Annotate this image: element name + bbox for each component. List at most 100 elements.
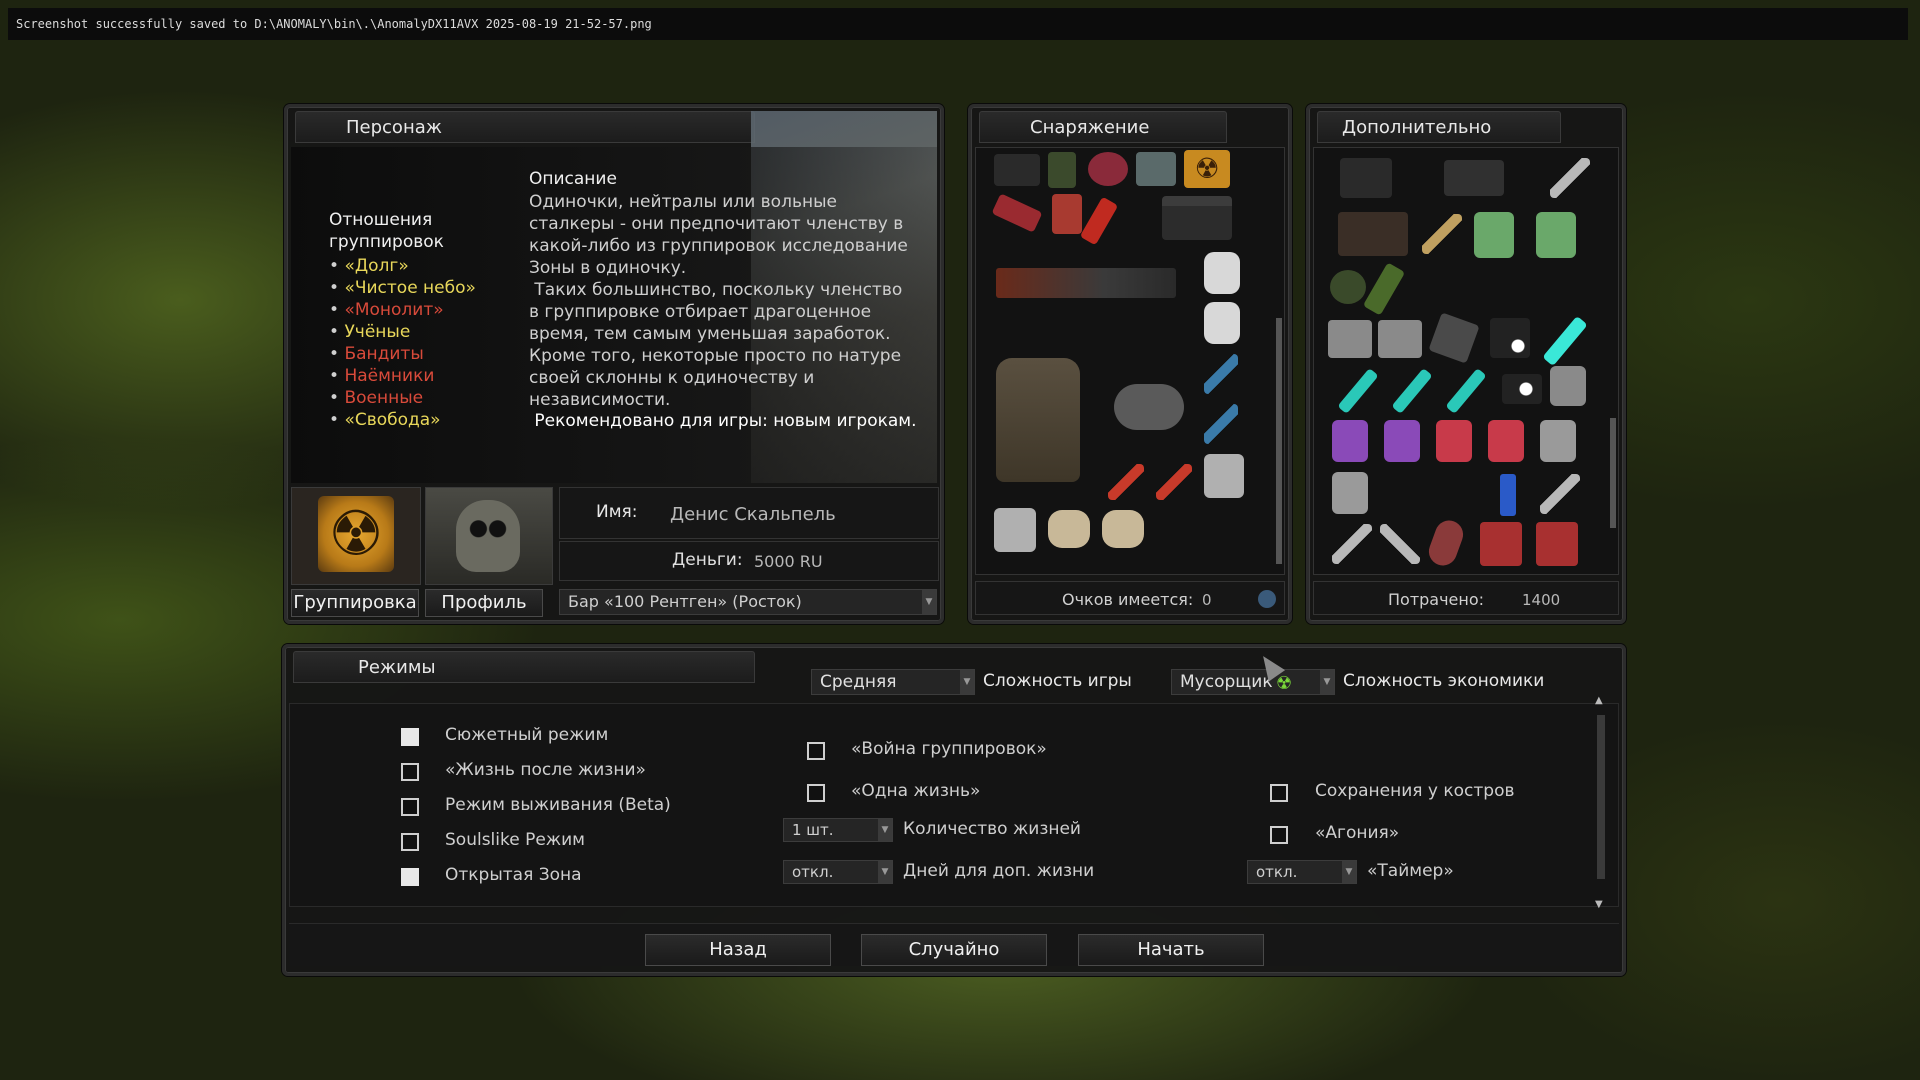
- campfire-saves-checkbox[interactable]: [1270, 784, 1288, 802]
- survival-checkbox[interactable]: [401, 798, 419, 816]
- medkit-icon[interactable]: [1204, 252, 1240, 294]
- pistol-icon[interactable]: [1340, 158, 1392, 198]
- pistol-icon-3[interactable]: [1338, 212, 1408, 256]
- points-field: Очков имеется: 0: [975, 581, 1285, 615]
- equipment-grid[interactable]: ☢: [975, 147, 1285, 575]
- injector-icon[interactable]: [1108, 464, 1144, 500]
- syringe-icon[interactable]: [1550, 158, 1590, 198]
- artifact-container-icon-2[interactable]: [1536, 522, 1578, 566]
- smg-icon[interactable]: [996, 268, 1176, 298]
- character-portrait[interactable]: [425, 487, 553, 585]
- story-mode-checkbox[interactable]: [401, 728, 419, 746]
- pills-icon-3[interactable]: [1332, 420, 1368, 462]
- ammo-box-icon[interactable]: [1328, 320, 1372, 358]
- headlamp-icon[interactable]: [1502, 374, 1542, 404]
- pills-icon-6[interactable]: [1488, 420, 1524, 462]
- pills-icon-5[interactable]: [1436, 420, 1472, 462]
- device-icon[interactable]: [1428, 312, 1480, 364]
- glowstick-icon-3[interactable]: [1391, 367, 1433, 415]
- glowstick-icon-4[interactable]: [1445, 367, 1487, 415]
- faction-war-checkbox[interactable]: [807, 742, 825, 760]
- additional-scrollbar[interactable]: [1610, 418, 1616, 528]
- tab-character[interactable]: Персонаж: [295, 111, 755, 143]
- backpack-icon[interactable]: [994, 154, 1040, 186]
- open-zone-checkbox[interactable]: [401, 868, 419, 886]
- timer-select[interactable]: откл. ▼: [1247, 860, 1357, 884]
- agony-checkbox[interactable]: [1270, 826, 1288, 844]
- photo-icon[interactable]: [1136, 152, 1176, 186]
- bandage-icon[interactable]: [1048, 510, 1090, 548]
- syringe-icon-2[interactable]: [1422, 214, 1462, 254]
- syringe-icon-2[interactable]: [1204, 404, 1238, 444]
- random-button[interactable]: Случайно: [861, 934, 1047, 966]
- afterlife-checkbox[interactable]: [401, 763, 419, 781]
- gas-mask-item-icon[interactable]: [1048, 152, 1076, 188]
- bottle-icon[interactable]: [1362, 262, 1406, 316]
- tab-additional[interactable]: Дополнительно: [1317, 111, 1561, 143]
- helmet-icon[interactable]: [1114, 384, 1184, 430]
- pills-icon-7[interactable]: [1540, 420, 1576, 462]
- start-button[interactable]: Начать: [1078, 934, 1264, 966]
- back-button[interactable]: Назад: [645, 934, 831, 966]
- name-field: Имя: Денис Скальпель: [559, 487, 939, 539]
- canned-food-icon[interactable]: [1052, 194, 1082, 234]
- tab-equipment[interactable]: Снаряжение: [979, 111, 1227, 143]
- additional-grid[interactable]: [1313, 147, 1619, 575]
- pistol-icon-2[interactable]: [1444, 160, 1504, 196]
- ammo-box-icon-2[interactable]: [1378, 320, 1422, 358]
- pills-icon-2[interactable]: [994, 508, 1036, 552]
- one-life-label: «Одна жизнь»: [851, 781, 981, 801]
- one-life-checkbox[interactable]: [807, 784, 825, 802]
- survival-label: Режим выживания (Beta): [445, 795, 671, 815]
- syringe-icon-3[interactable]: [1540, 474, 1580, 514]
- syringe-icon-4[interactable]: [1332, 524, 1372, 564]
- pills-icon[interactable]: [1474, 212, 1514, 258]
- spent-field: Потрачено: 1400: [1313, 581, 1619, 615]
- bullet-icon: •: [329, 322, 345, 342]
- pills-icon-2[interactable]: [1536, 212, 1576, 258]
- profile-button[interactable]: Профиль: [425, 589, 543, 617]
- artifact-container-icon[interactable]: [1480, 522, 1522, 566]
- tab-modes[interactable]: Режимы: [293, 651, 755, 683]
- syringe-icon-5[interactable]: [1380, 524, 1420, 564]
- lives-count-value: 1 шт.: [792, 821, 834, 839]
- faction-name: «Чистое небо»: [344, 278, 476, 298]
- game-difficulty-select[interactable]: Средняя ▼: [811, 669, 975, 695]
- detector-icon[interactable]: [1550, 366, 1586, 406]
- timer-label: «Таймер»: [1367, 861, 1454, 881]
- glowstick-icon-2[interactable]: [1337, 367, 1379, 415]
- description-line: сталкеры - они предпочитают членству в: [529, 214, 904, 234]
- sausage-icon[interactable]: [1424, 516, 1468, 570]
- modes-scroll-down-icon[interactable]: ▼: [1595, 899, 1603, 910]
- armor-vest-icon[interactable]: [996, 358, 1080, 482]
- modes-scroll-up-icon[interactable]: ▲: [1595, 695, 1603, 706]
- meat-icon[interactable]: [1088, 152, 1128, 186]
- medkit-icon-2[interactable]: [1204, 302, 1240, 344]
- pistol-icon[interactable]: [1162, 196, 1232, 240]
- sausage-icon[interactable]: [991, 193, 1043, 233]
- bandage-icon-2[interactable]: [1102, 510, 1144, 548]
- additional-panel: Дополнительно Потрачено: 1400: [1306, 104, 1626, 624]
- economy-difficulty-select[interactable]: Мусорщик ☢ ▼: [1171, 669, 1335, 695]
- equipment-scrollbar[interactable]: [1276, 318, 1282, 564]
- injector-icon-2[interactable]: [1156, 464, 1192, 500]
- tape-icon[interactable]: [1330, 270, 1366, 304]
- open-zone-label: Открытая Зона: [445, 865, 582, 885]
- flashlight-icon[interactable]: [1490, 318, 1530, 358]
- pills-icon-4[interactable]: [1384, 420, 1420, 462]
- modes-scrollbar[interactable]: [1597, 715, 1605, 879]
- vodka-icon[interactable]: [1079, 196, 1119, 246]
- radiation-item-icon[interactable]: ☢: [1184, 150, 1230, 188]
- location-select[interactable]: Бар «100 Рентген» (Росток) ▼: [559, 589, 937, 615]
- glowstick-icon[interactable]: [1542, 315, 1588, 367]
- money-field: Деньги: 5000 RU: [559, 541, 939, 581]
- energy-drink-icon[interactable]: [1500, 474, 1516, 516]
- soulslike-checkbox[interactable]: [401, 833, 419, 851]
- pills-icon[interactable]: [1204, 454, 1244, 498]
- syringe-icon[interactable]: [1204, 354, 1238, 394]
- faction-button[interactable]: Группировка: [291, 589, 419, 617]
- faction-name: «Долг»: [344, 256, 409, 276]
- days-extra-life-select[interactable]: откл. ▼: [783, 860, 893, 884]
- pills-icon-8[interactable]: [1332, 472, 1368, 514]
- lives-count-select[interactable]: 1 шт. ▼: [783, 818, 893, 842]
